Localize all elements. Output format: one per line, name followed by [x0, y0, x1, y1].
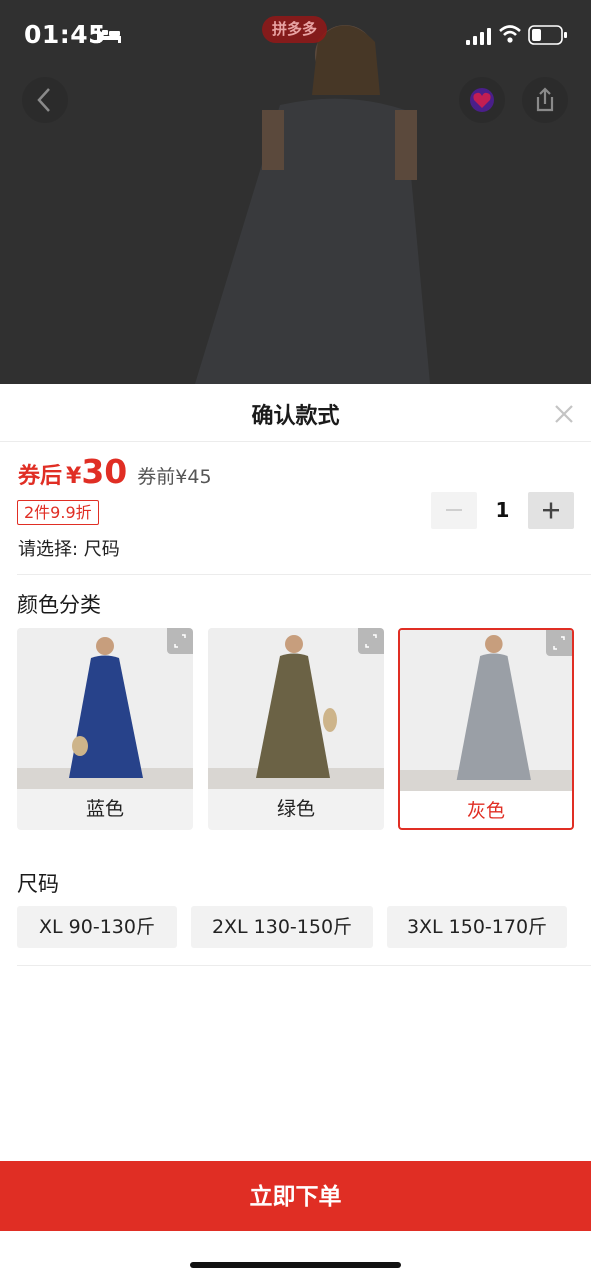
color-option-green[interactable]: 绿色: [208, 628, 384, 830]
back-button[interactable]: [22, 77, 68, 123]
quantity-minus-button[interactable]: [431, 492, 477, 529]
expand-icon[interactable]: [167, 628, 193, 654]
promo-tag: 2件9.9折: [17, 500, 99, 525]
size-option-3xl[interactable]: 3XL 150-170斤: [387, 906, 567, 948]
sheet-title: 确认款式: [251, 404, 340, 429]
color-option-gray[interactable]: 灰色: [398, 628, 574, 830]
brand-badge: 拼多多: [262, 16, 328, 43]
price-row: 券后 ¥30 券前¥45: [18, 452, 212, 496]
home-indicator: [190, 1262, 401, 1268]
divider: [17, 965, 591, 966]
price-prefix: 券后: [18, 464, 63, 489]
divider: [17, 574, 591, 575]
color-option-name: 蓝色: [85, 798, 124, 820]
size-section-label: 尺码: [17, 872, 59, 896]
price-currency: ¥: [66, 464, 82, 489]
original-price: 券前¥45: [137, 466, 212, 488]
minus-icon: [446, 509, 462, 511]
confirm-style-sheet: 确认款式 券后¥30 券前¥45 2件9.9折 请选择: 尺码 1 颜色分类: [0, 384, 591, 1280]
select-hint: 请选择: 尺码: [18, 539, 120, 560]
quantity-value[interactable]: 1: [477, 492, 528, 529]
favorite-button[interactable]: [459, 77, 505, 123]
color-option-blue[interactable]: 蓝色: [17, 628, 193, 830]
close-icon[interactable]: [552, 402, 576, 426]
wifi-icon: [499, 25, 521, 43]
quantity-plus-button[interactable]: [528, 492, 574, 529]
signal-icon: [466, 28, 491, 45]
share-button[interactable]: [522, 77, 568, 123]
color-option-name: 灰色: [466, 800, 505, 822]
price-value: 30: [81, 452, 128, 491]
battery-icon: [528, 25, 567, 45]
expand-icon[interactable]: [546, 630, 572, 656]
expand-icon[interactable]: [358, 628, 384, 654]
order-now-button[interactable]: 立即下单: [0, 1161, 591, 1231]
status-time: 01:45: [24, 20, 107, 49]
size-option-2xl[interactable]: 2XL 130-150斤: [191, 906, 373, 948]
color-section-label: 颜色分类: [17, 593, 101, 617]
back-arrow-icon: [37, 88, 50, 112]
sheet-header: 确认款式: [0, 384, 591, 442]
plus-icon: [543, 502, 559, 519]
size-option-xl[interactable]: XL 90-130斤: [17, 906, 177, 948]
color-option-name: 绿色: [276, 798, 315, 820]
share-icon: [536, 87, 554, 112]
favorite-icon: [470, 88, 494, 112]
bed-icon: [97, 28, 121, 43]
